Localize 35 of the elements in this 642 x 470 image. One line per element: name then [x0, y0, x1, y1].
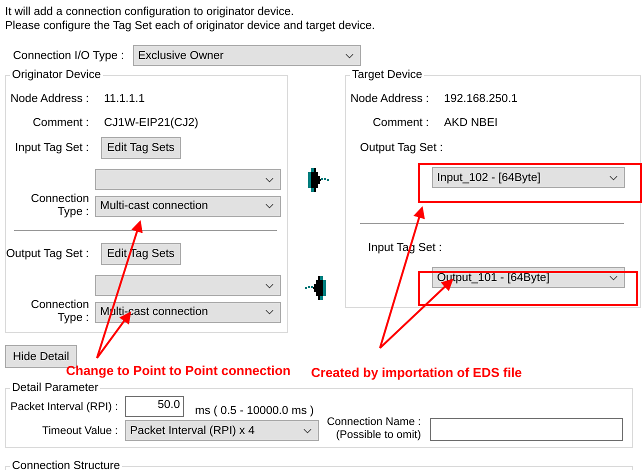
edit-tag-sets-button[interactable]: Edit Tag Sets: [101, 137, 181, 159]
intro-text: It will add a connection configuration to originator device.: [5, 5, 295, 19]
tag-set-dropdown[interactable]: Input_102 - [64Byte]: [432, 167, 625, 188]
comment-value: AKD NBEI: [444, 117, 498, 129]
range-text: ms ( 0.5 - 10000.0 ms ): [195, 404, 314, 416]
field-label: Output Tag Set :: [6, 248, 89, 260]
io-type-label: Connection I/O Type :: [13, 50, 126, 62]
group-title: Originator Device: [11, 69, 102, 81]
field-label: Packet Interval (RPI) :: [9, 400, 118, 412]
rpi-field[interactable]: 50.0: [125, 396, 184, 417]
field-label: Node Address :: [9, 93, 89, 105]
group-title: Target Device: [351, 69, 424, 81]
group-title: Connection Structure: [11, 460, 122, 470]
field-label: Timeout Value :: [41, 424, 118, 436]
comment-value: CJ1W-EIP21(CJ2): [104, 117, 198, 129]
field-label: Type :: [58, 312, 89, 325]
field-label: Input Tag Set :: [14, 142, 89, 154]
field-label: Output Tag Set :: [360, 141, 444, 156]
timeout-dropdown[interactable]: Packet Interval (RPI) x 4: [125, 420, 319, 441]
field-label: Connection: [30, 193, 89, 206]
group-title: Detail Parameter: [11, 382, 100, 394]
io-type-dropdown[interactable]: Exclusive Owner: [133, 45, 361, 66]
field-label: (Possible to omit): [336, 429, 421, 442]
annotation-text: Created by importation of EDS file: [311, 365, 522, 380]
field-label: Type :: [58, 206, 89, 219]
field-label: Connection: [30, 299, 89, 312]
connection-type-dropdown[interactable]: Multi-cast connection: [95, 196, 281, 216]
node-address: 192.168.250.1: [444, 93, 518, 105]
intro-text: Please configure the Tag Set each of originator device and target device.: [5, 19, 376, 33]
field-label: Node Address :: [349, 93, 429, 105]
node-address: 11.1.1.1: [104, 93, 145, 105]
field-label: Comment :: [32, 117, 89, 129]
edit-tag-sets-button[interactable]: Edit Tag Sets: [101, 243, 181, 265]
field-label: Connection Name :: [326, 416, 421, 429]
field-label: Comment :: [372, 117, 429, 129]
